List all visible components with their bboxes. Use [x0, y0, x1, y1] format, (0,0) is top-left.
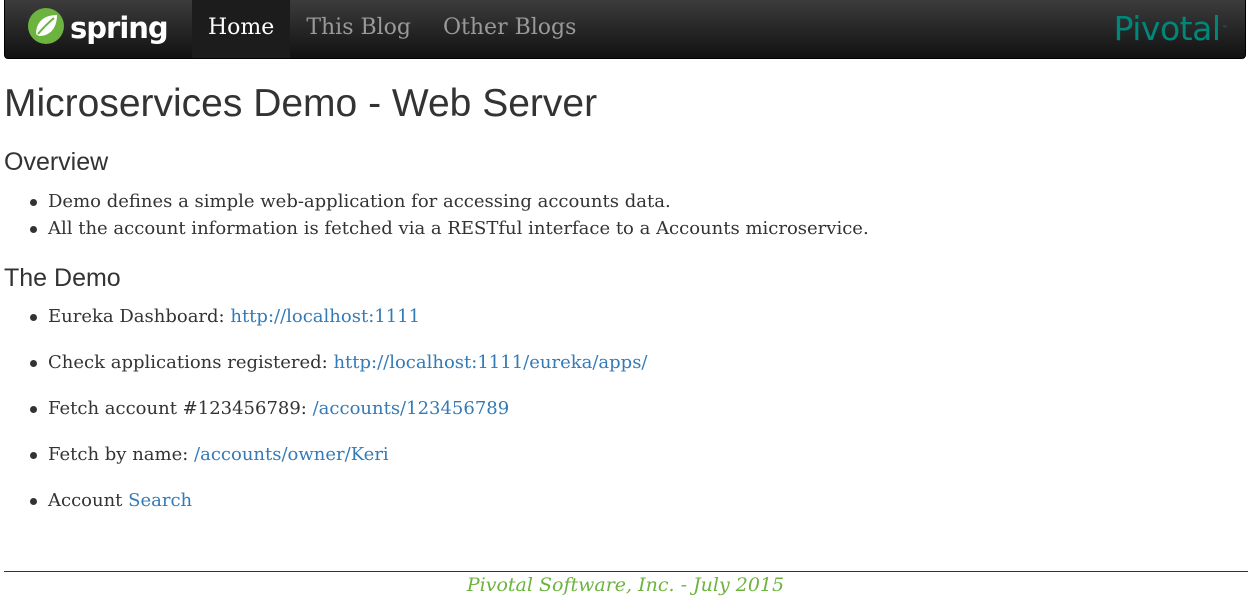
- demo-list: Eureka Dashboard: http://localhost:1111 …: [30, 303, 648, 533]
- footer-text: Pivotal Software, Inc. - July 2015: [466, 574, 785, 596]
- demo-item-label: Fetch account #123456789:: [48, 398, 313, 419]
- demo-item-label: Check applications registered:: [48, 352, 334, 373]
- demo-item-label: Account: [48, 490, 129, 511]
- pivotal-logo-label: Pivotal: [1113, 9, 1221, 48]
- demo-item-fetch-account: Fetch account #123456789: /accounts/1234…: [30, 395, 648, 422]
- eureka-dashboard-link[interactable]: http://localhost:1111: [230, 306, 420, 327]
- demo-item-label: Fetch by name:: [48, 444, 195, 465]
- demo-item-fetch-by-name: Fetch by name: /accounts/owner/Keri: [30, 441, 648, 468]
- nav-home[interactable]: Home: [192, 0, 291, 58]
- pivotal-logo[interactable]: Pivotal™: [1113, 9, 1228, 49]
- eureka-apps-link[interactable]: http://localhost:1111/eureka/apps/: [333, 352, 647, 373]
- demo-heading: The Demo: [4, 264, 121, 292]
- account-search-link[interactable]: Search: [128, 490, 192, 511]
- spring-leaf-icon: [27, 7, 65, 49]
- nav-other-blogs[interactable]: Other Blogs: [427, 0, 592, 58]
- overview-heading: Overview: [4, 148, 109, 176]
- main-nav: Home This Blog Other Blogs: [192, 0, 592, 58]
- spring-brand-label: spring: [70, 11, 169, 45]
- page-title: Microservices Demo - Web Server: [4, 82, 598, 125]
- demo-item-check-apps: Check applications registered: http://lo…: [30, 349, 648, 376]
- pivotal-trademark: ™: [1221, 25, 1228, 32]
- spring-brand[interactable]: spring: [27, 7, 169, 49]
- demo-item-account-search: Account Search: [30, 487, 648, 514]
- fetch-account-link[interactable]: /accounts/123456789: [313, 398, 510, 419]
- overview-item: All the account information is fetched v…: [30, 215, 869, 242]
- overview-list: Demo defines a simple web-application fo…: [30, 188, 869, 242]
- nav-this-blog[interactable]: This Blog: [290, 0, 427, 58]
- demo-item-label: Eureka Dashboard:: [48, 306, 231, 327]
- demo-item-eureka-dashboard: Eureka Dashboard: http://localhost:1111: [30, 303, 648, 330]
- fetch-by-name-link[interactable]: /accounts/owner/Keri: [194, 444, 389, 465]
- top-navbar: spring Home This Blog Other Blogs Pivota…: [4, 0, 1246, 59]
- overview-item: Demo defines a simple web-application fo…: [30, 188, 869, 215]
